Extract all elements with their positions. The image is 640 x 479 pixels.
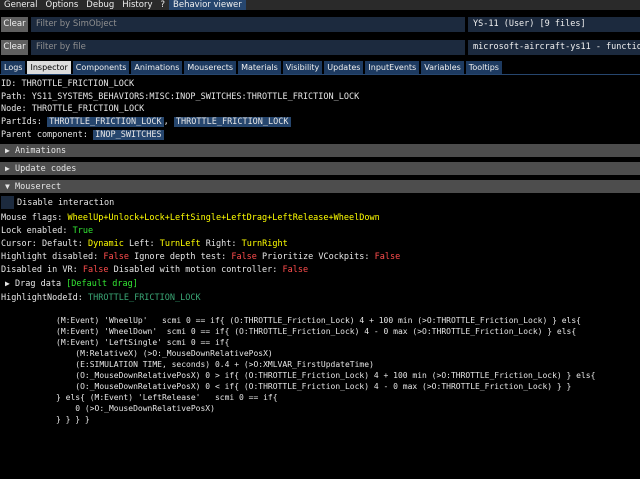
partids-separator: , <box>163 117 169 127</box>
cursor-line: Cursor: Default: Dynamic Left: TurnLeft … <box>1 238 288 250</box>
update-codes-section-header[interactable]: ▶ Update codes <box>0 162 640 175</box>
clear-simobject-button[interactable]: Clear <box>1 17 28 32</box>
disabled-vr-label: Disabled in VR: <box>1 265 78 275</box>
tab-visibility[interactable]: Visibility <box>282 61 323 74</box>
highlight-disabled-value: False <box>103 252 129 262</box>
menu-behavior-viewer[interactable]: Behavior viewer <box>169 0 246 10</box>
id-label: ID: <box>1 79 17 89</box>
clear-file-button[interactable]: Clear <box>1 40 28 55</box>
mouserect-section-header[interactable]: ▼ Mouserect <box>0 180 640 193</box>
update-codes-section-label: Update codes <box>15 164 77 174</box>
tab-components[interactable]: Components <box>72 61 130 74</box>
highlight-node-line: HighlightNodeId: THROTTLE_FRICTION_LOCK <box>1 292 201 304</box>
animations-section-label: Animations <box>15 146 67 156</box>
ignore-depth-label: Ignore depth test: <box>134 252 227 262</box>
highlight-node-value: THROTTLE_FRICTION_LOCK <box>88 293 201 303</box>
id-line: ID: THROTTLE_FRICTION_LOCK <box>1 78 134 90</box>
file-filter-row: Clear Filter by file microsoft-aircraft-… <box>0 38 640 56</box>
menu-debug[interactable]: Debug <box>82 0 118 10</box>
menu-help[interactable]: ? <box>157 0 170 10</box>
file-select[interactable]: microsoft-aircraft-ys11 - function_in <box>468 40 640 55</box>
cursor-right-value: TurnRight <box>241 239 288 249</box>
cursor-left-label: Left: <box>128 239 155 249</box>
drag-data-label: Drag data <box>15 279 62 289</box>
tab-animations[interactable]: Animations <box>131 61 183 74</box>
mouserect-section-label: Mouserect <box>15 182 62 192</box>
tab-tooltips[interactable]: Tooltips <box>465 61 502 74</box>
cursor-left-value: TurnLeft <box>159 239 201 249</box>
tab-materials[interactable]: Materials <box>238 61 281 74</box>
menu-options[interactable]: Options <box>42 0 83 10</box>
node-label: Node: <box>1 104 27 114</box>
disable-interaction-checkbox[interactable] <box>1 196 14 209</box>
drag-data-value: [Default drag] <box>66 279 138 289</box>
disabled-motion-value: False <box>282 265 309 275</box>
animations-section-header[interactable]: ▶ Animations <box>0 144 640 157</box>
node-line: Node: THROTTLE_FRICTION_LOCK <box>1 103 144 115</box>
path-value: YS11_SYSTEMS_BEHAVIORS:MISC:INOP_SWITCHE… <box>31 92 360 102</box>
cursor-right-label: Right: <box>205 239 237 249</box>
parent-component-link[interactable]: INOP_SWITCHES <box>93 130 164 140</box>
path-line: Path: YS11_SYSTEMS_BEHAVIORS:MISC:INOP_S… <box>1 91 359 103</box>
parent-label: Parent component: <box>1 130 88 140</box>
highlight-line: Highlight disabled: False Ignore depth t… <box>1 251 400 263</box>
triangle-down-icon: ▼ <box>5 182 10 191</box>
triangle-right-icon: ▶ <box>5 146 10 155</box>
simobject-filter-row: Clear Filter by SimObject YS-11 (User) [… <box>0 15 640 33</box>
highlight-disabled-label: Highlight disabled: <box>1 252 99 262</box>
menu-history[interactable]: History <box>118 0 156 10</box>
simobject-select[interactable]: YS-11 (User) [9 files] <box>468 17 640 32</box>
mouse-flags-value: WheelUp+Unlock+Lock+LeftSingle+LeftDrag+… <box>67 213 380 223</box>
partids-line: PartIds: THROTTLE_FRICTION_LOCK, THROTTL… <box>1 116 291 128</box>
disabled-vr-value: False <box>82 265 109 275</box>
ignore-depth-value: False <box>231 252 257 262</box>
partid-link[interactable]: THROTTLE_FRICTION_LOCK <box>173 117 291 127</box>
mouse-flags-line: Mouse flags: WheelUp+Unlock+Lock+LeftSin… <box>1 212 380 224</box>
disabled-motion-label: Disabled with motion controller: <box>113 265 278 275</box>
triangle-right-icon: ▶ <box>5 164 10 173</box>
cursor-default-label: Default: <box>41 239 83 249</box>
partid-link[interactable]: THROTTLE_FRICTION_LOCK <box>47 117 164 127</box>
lock-enabled-label: Lock enabled: <box>1 226 68 236</box>
tab-variables[interactable]: Variables <box>421 61 464 74</box>
node-value: THROTTLE_FRICTION_LOCK <box>31 104 145 114</box>
tab-inputevents[interactable]: InputEvents <box>365 61 420 74</box>
tab-logs[interactable]: Logs <box>1 61 26 74</box>
tab-inspector[interactable]: Inspector <box>27 61 71 74</box>
disable-interaction-label: Disable interaction <box>17 198 115 208</box>
parent-line: Parent component: INOP_SWITCHES <box>1 129 164 141</box>
triangle-right-icon: ▶ <box>5 279 10 288</box>
tab-bar: Logs Inspector Components Animations Mou… <box>0 61 640 75</box>
highlight-node-label: HighlightNodeId: <box>1 293 83 303</box>
simobject-filter-input[interactable]: Filter by SimObject <box>31 17 465 32</box>
prioritize-value: False <box>374 252 401 262</box>
lock-enabled-line: Lock enabled: True <box>1 225 93 237</box>
id-value: THROTTLE_FRICTION_LOCK <box>21 79 135 89</box>
lock-enabled-value: True <box>72 226 94 236</box>
cursor-label: Cursor: <box>1 239 37 249</box>
menu-bar: General Options Debug History ? Behavior… <box>0 0 640 10</box>
menu-general[interactable]: General <box>0 0 42 10</box>
path-label: Path: <box>1 92 27 102</box>
mouse-event-script: (M:Event) 'WheelUp' scmi 0 == if{ (O:THR… <box>56 316 596 424</box>
mouse-flags-label: Mouse flags: <box>1 213 63 223</box>
tab-updates[interactable]: Updates <box>324 61 364 74</box>
drag-data-node[interactable]: ▶ Drag data [Default drag] <box>5 278 138 290</box>
prioritize-label: Prioritize VCockpits: <box>262 252 370 262</box>
partids-label: PartIds: <box>1 117 42 127</box>
tab-mouserects[interactable]: Mouserects <box>184 61 237 74</box>
cursor-default-value: Dynamic <box>88 239 124 249</box>
file-filter-input[interactable]: Filter by file <box>31 40 465 55</box>
disabled-vr-line: Disabled in VR: False Disabled with moti… <box>1 264 308 276</box>
